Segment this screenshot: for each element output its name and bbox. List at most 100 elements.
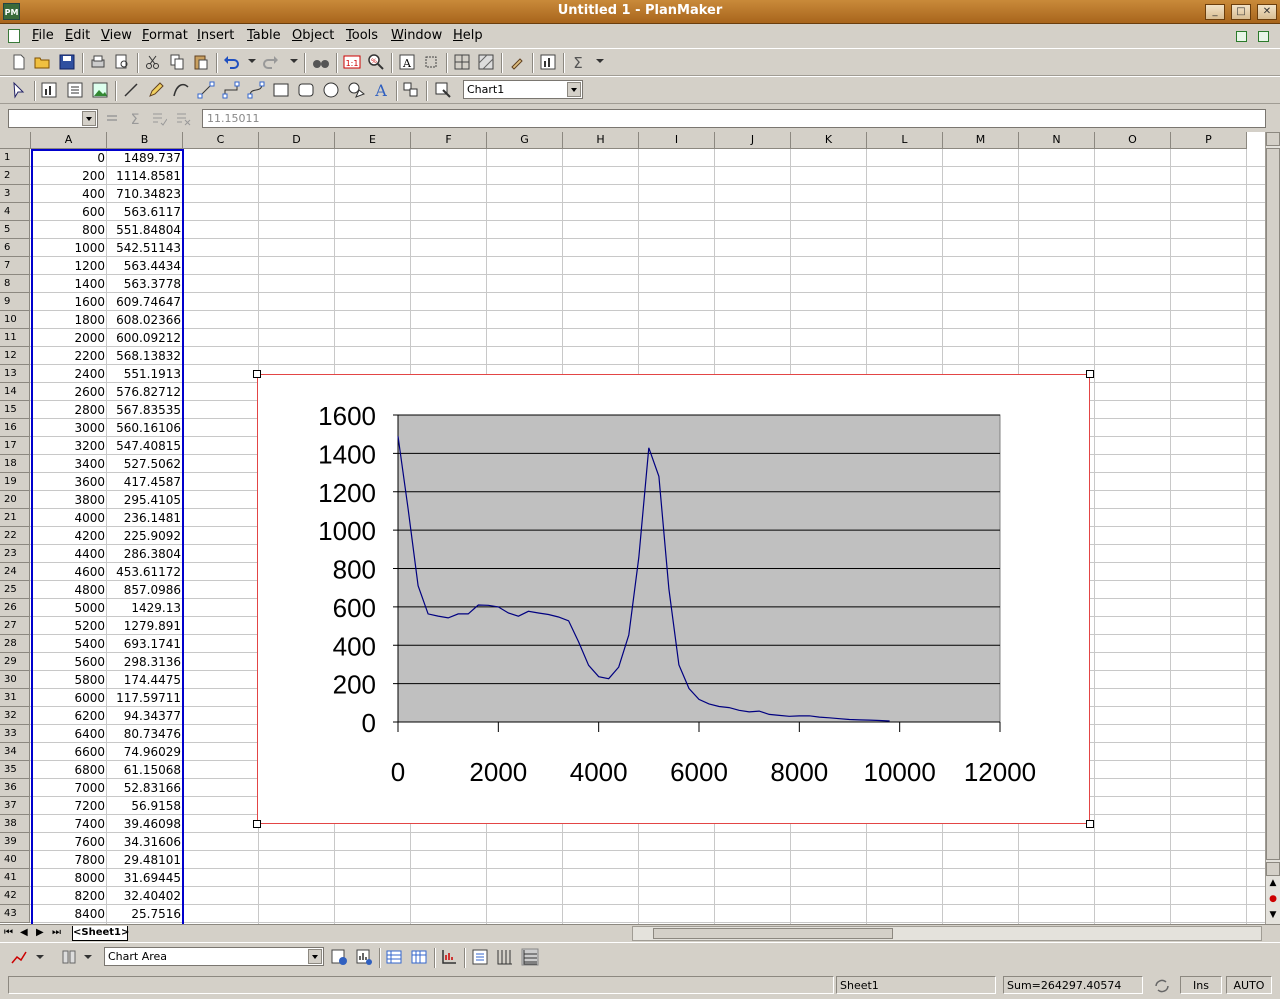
horizontal-scrollbar[interactable] (632, 926, 1262, 941)
row-header[interactable]: 13 (0, 365, 30, 383)
row-header[interactable]: 15 (0, 401, 30, 419)
paste-icon[interactable] (192, 53, 210, 71)
row-header[interactable]: 36 (0, 779, 30, 797)
chart-frame-icon[interactable] (40, 81, 58, 99)
sum-icon[interactable]: Σ (570, 53, 588, 71)
resize-handle-bottom-right[interactable] (1086, 820, 1094, 828)
menu-file[interactable]: File (32, 28, 54, 43)
save-icon[interactable] (58, 53, 76, 71)
last-sheet-icon[interactable]: ⏭ (52, 927, 61, 938)
row-header[interactable]: 21 (0, 509, 30, 527)
chart-element-properties-icon[interactable] (330, 948, 348, 966)
horizontal-gridlines-icon[interactable] (521, 948, 539, 966)
row-header[interactable]: 37 (0, 797, 30, 815)
insert-chart-icon[interactable] (539, 53, 557, 71)
chevron-down-icon[interactable] (567, 82, 581, 97)
sum-icon[interactable]: Σ (127, 110, 143, 126)
format-painter-icon[interactable] (508, 53, 526, 71)
menu-format[interactable]: Format (142, 28, 188, 43)
row-header[interactable]: 17 (0, 437, 30, 455)
column-header-c[interactable]: C (183, 132, 259, 149)
maximize-button[interactable]: □ (1231, 4, 1251, 20)
legend-icon[interactable] (471, 948, 489, 966)
line-chart[interactable]: 0 200 400 600 800 1000 1200 1400 1600 0 2000 4000 60… (258, 375, 1091, 825)
column-header-j[interactable]: J (715, 132, 791, 149)
chart-object[interactable]: 0 200 400 600 800 1000 1200 1400 1600 0 2000 4000 60… (253, 370, 1094, 828)
row-header[interactable]: 18 (0, 455, 30, 473)
horizontal-scroll-thumb[interactable] (653, 928, 893, 939)
row-header[interactable]: 16 (0, 419, 30, 437)
curve-icon[interactable] (172, 81, 190, 99)
column-header-g[interactable]: G (487, 132, 563, 149)
column-header-b[interactable]: B (107, 132, 183, 149)
chart-element-selector[interactable]: Chart Area (104, 947, 324, 966)
connector-icon[interactable] (197, 81, 215, 99)
row-header[interactable]: 12 (0, 347, 30, 365)
row-header[interactable]: 11 (0, 329, 30, 347)
zoom-icon[interactable]: % (367, 53, 385, 71)
vertical-scroll-thumb[interactable] (1266, 148, 1280, 860)
minimize-button[interactable]: _ (1205, 4, 1225, 20)
row-header[interactable]: 10 (0, 311, 30, 329)
undo-dropdown-icon[interactable] (248, 59, 256, 63)
row-header[interactable]: 2 (0, 167, 30, 185)
zoom-100-icon[interactable]: 1:1 (343, 53, 361, 71)
menu-insert[interactable]: Insert (197, 28, 234, 43)
chart-type-icon[interactable] (10, 948, 28, 966)
row-header[interactable]: 41 (0, 869, 30, 887)
layout-dropdown-icon[interactable] (84, 955, 92, 959)
row-header[interactable]: 23 (0, 545, 30, 563)
row-header[interactable]: 5 (0, 221, 30, 239)
page-up-icon[interactable]: ▲ (1266, 878, 1280, 892)
restore-document-icon[interactable] (1236, 31, 1247, 42)
new-document-icon[interactable] (10, 53, 28, 71)
prev-sheet-icon[interactable]: ◀ (20, 927, 28, 938)
row-header[interactable]: 4 (0, 203, 30, 221)
row-header[interactable]: 14 (0, 383, 30, 401)
status-insert-mode[interactable]: Ins (1180, 976, 1222, 994)
menu-help[interactable]: Help (453, 28, 483, 43)
row-header[interactable]: 9 (0, 293, 30, 311)
row-header[interactable]: 19 (0, 473, 30, 491)
frame-icon[interactable] (422, 53, 440, 71)
resize-handle-top-right[interactable] (1086, 370, 1094, 378)
row-header[interactable]: 40 (0, 851, 30, 869)
data-by-rows-icon[interactable] (385, 948, 403, 966)
borders-icon[interactable] (453, 53, 471, 71)
recalculate-icon[interactable] (1152, 977, 1172, 995)
row-header[interactable]: 38 (0, 815, 30, 833)
menu-edit[interactable]: Edit (65, 28, 90, 43)
rectangle-icon[interactable] (272, 81, 290, 99)
row-header[interactable]: 8 (0, 275, 30, 293)
open-folder-icon[interactable] (33, 53, 51, 71)
row-header[interactable]: 39 (0, 833, 30, 851)
redo-icon[interactable] (262, 53, 280, 71)
chart-properties-icon[interactable] (355, 948, 373, 966)
row-header[interactable]: 22 (0, 527, 30, 545)
menu-table[interactable]: Table (247, 28, 281, 43)
line-icon[interactable] (122, 81, 140, 99)
picture-icon[interactable] (91, 81, 109, 99)
curved-connector-icon[interactable] (247, 81, 265, 99)
row-header[interactable]: 32 (0, 707, 30, 725)
text-frame-icon[interactable]: A (398, 53, 416, 71)
column-header-l[interactable]: L (867, 132, 943, 149)
document-icon[interactable] (8, 29, 20, 43)
close-button[interactable]: ✕ (1257, 4, 1277, 20)
ole-object-icon[interactable] (66, 81, 84, 99)
ellipse-icon[interactable] (322, 81, 340, 99)
select-all-corner[interactable] (0, 132, 31, 149)
row-header[interactable]: 29 (0, 653, 30, 671)
row-header[interactable]: 26 (0, 599, 30, 617)
autoshape-icon[interactable] (347, 81, 365, 99)
textart-icon[interactable]: A (372, 81, 390, 99)
status-calc-mode[interactable]: AUTO (1226, 976, 1272, 994)
cell-reference-input[interactable] (8, 109, 98, 128)
row-header[interactable]: 27 (0, 617, 30, 635)
column-header-a[interactable]: A (31, 132, 107, 149)
column-header-m[interactable]: M (943, 132, 1019, 149)
print-icon[interactable] (89, 53, 107, 71)
confirm-edit-icon[interactable] (151, 110, 167, 126)
find-binoculars-icon[interactable] (312, 53, 330, 71)
menu-view[interactable]: View (101, 28, 132, 43)
